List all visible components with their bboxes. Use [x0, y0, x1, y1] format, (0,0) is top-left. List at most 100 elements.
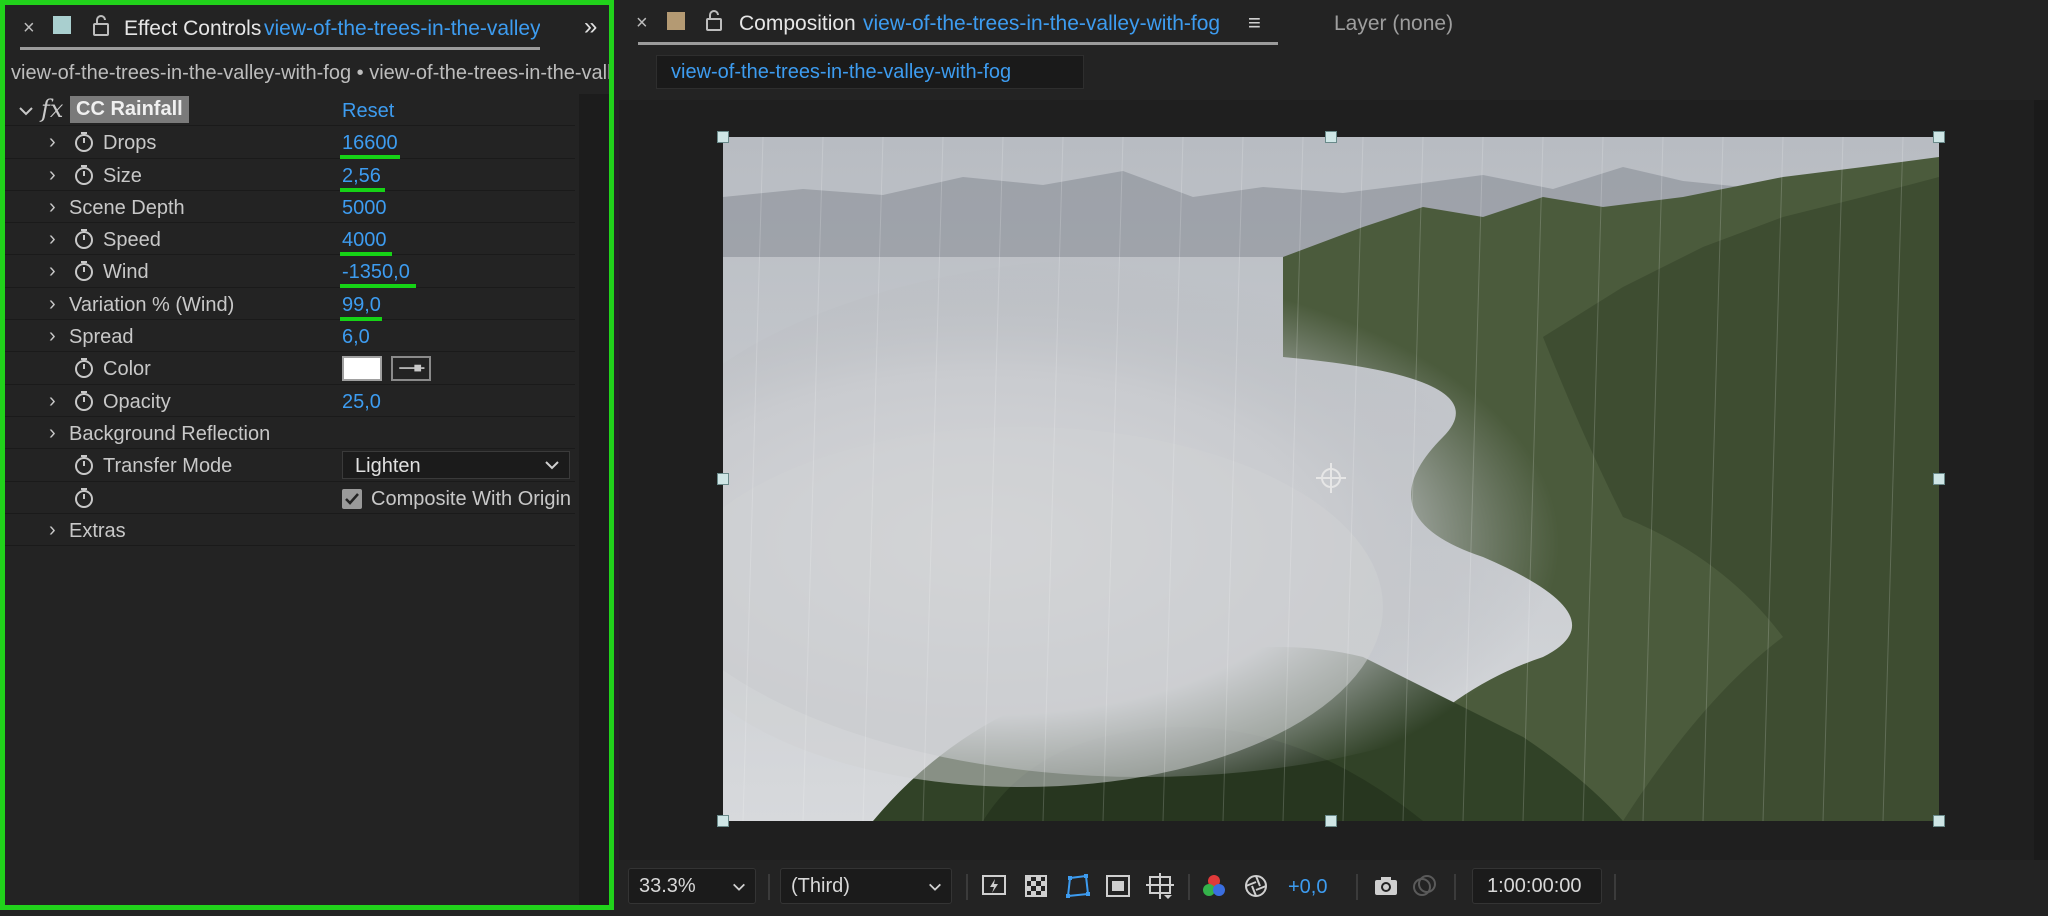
property-value-opacity[interactable]: 25,0 [342, 391, 381, 414]
property-label: Background Reflection [69, 422, 271, 445]
viewer-scrollbar[interactable] [2034, 100, 2048, 860]
property-label: Wind [103, 261, 149, 284]
transform-handle[interactable] [717, 131, 729, 143]
panel-menu-icon[interactable]: ≡ [1248, 10, 1261, 36]
timecode-value: 1:00:00:00 [1487, 875, 1582, 897]
chevron-right-icon[interactable]: › [49, 293, 56, 316]
chevron-right-icon[interactable]: › [49, 422, 56, 445]
property-row-transfer-mode: Transfer Mode Lighten [5, 449, 575, 482]
region-of-interest-icon[interactable] [1104, 872, 1132, 900]
property-row-wind: › Wind -1350,0 [5, 255, 575, 289]
show-snapshot-icon[interactable] [1410, 872, 1438, 900]
unlock-icon[interactable] [91, 13, 111, 37]
property-row-drops: › Drops 16600 [5, 126, 575, 160]
stopwatch-icon[interactable] [73, 390, 95, 412]
property-row-composite: Composite With Original [5, 482, 575, 514]
transform-handle[interactable] [1325, 815, 1337, 827]
chevron-right-icon[interactable]: › [49, 164, 56, 187]
snapshot-camera-icon[interactable] [1372, 872, 1400, 900]
close-panel-icon[interactable]: × [23, 17, 35, 40]
chevron-down-icon [929, 883, 941, 891]
effect-controls-layer-name[interactable]: view-of-the-trees-in-the-valley-with-fog [264, 17, 540, 41]
layer-panel-tab[interactable]: Layer (none) [1334, 12, 1453, 36]
chevron-right-icon[interactable]: › [49, 390, 56, 413]
exposure-reset-icon[interactable] [1242, 872, 1270, 900]
transform-handle[interactable] [1933, 131, 1945, 143]
stopwatch-icon[interactable] [73, 487, 95, 509]
viewer-toolbar: 33.3% (Third) +0,0 1:00:00:00 [614, 862, 2048, 916]
grid-guides-icon[interactable] [1146, 872, 1174, 900]
chevron-right-icon[interactable]: › [49, 196, 56, 219]
stopwatch-icon[interactable] [73, 454, 95, 476]
property-row-extras: › Extras [5, 514, 575, 547]
chevron-down-icon[interactable] [17, 102, 35, 120]
property-value-size[interactable]: 2,56 [342, 165, 381, 188]
property-value-wind[interactable]: -1350,0 [342, 261, 410, 284]
composition-name[interactable]: view-of-the-trees-in-the-valley-with-fog [863, 12, 1220, 36]
stopwatch-icon[interactable] [73, 131, 95, 153]
property-row-scene-depth: › Scene Depth 5000 [5, 191, 575, 224]
active-tab-underline [20, 47, 540, 50]
property-label: Color [103, 358, 151, 381]
effect-controls-scrollbar[interactable] [579, 94, 609, 905]
transform-handle[interactable] [1325, 131, 1337, 143]
stopwatch-icon[interactable] [73, 164, 95, 186]
property-value-scene-depth[interactable]: 5000 [342, 197, 387, 220]
eyedropper-icon[interactable] [391, 356, 431, 382]
panel-overflow-chevron-icon[interactable]: » [584, 13, 597, 41]
effect-controls-tab-title[interactable]: Effect Controls [124, 17, 261, 41]
current-time-display[interactable]: 1:00:00:00 [1472, 868, 1602, 904]
show-channel-icon[interactable] [1200, 872, 1228, 900]
chevron-right-icon[interactable]: › [49, 519, 56, 542]
property-label: Transfer Mode [103, 455, 233, 478]
property-label: Scene Depth [69, 196, 185, 219]
composite-checkbox[interactable] [342, 488, 362, 509]
composition-viewer[interactable] [619, 100, 2048, 860]
viewer-comp-tab-label: view-of-the-trees-in-the-valley-with-fog [671, 61, 1012, 83]
property-value-drops[interactable]: 16600 [342, 132, 398, 155]
composite-checkbox-label[interactable]: Composite With Original [371, 488, 571, 511]
color-swatch[interactable] [342, 356, 382, 382]
chevron-right-icon[interactable]: › [49, 228, 56, 251]
effect-property-list: fx CC Rainfall Reset › Drops 16600 › Siz… [5, 94, 575, 547]
zoom-value: 33.3% [639, 875, 696, 897]
stopwatch-icon[interactable] [73, 228, 95, 250]
toolbar-divider [1188, 874, 1190, 900]
stopwatch-icon[interactable] [73, 357, 95, 379]
effect-header-row[interactable]: fx CC Rainfall Reset [5, 94, 575, 127]
property-label: Speed [103, 229, 161, 252]
mask-path-visibility-icon[interactable] [1064, 872, 1092, 900]
exposure-value[interactable]: +0,0 [1288, 876, 1327, 899]
transfer-mode-dropdown[interactable]: Lighten [342, 451, 570, 480]
layer-color-swatch [53, 16, 71, 34]
unlock-icon[interactable] [704, 8, 724, 32]
fx-icon[interactable]: fx [41, 95, 63, 123]
transform-handle[interactable] [717, 473, 729, 485]
resolution-dropdown[interactable]: (Third) [780, 868, 952, 904]
composition-tab-title[interactable]: Composition [739, 12, 856, 36]
chevron-right-icon[interactable]: › [49, 131, 56, 154]
fast-previews-icon[interactable] [980, 872, 1008, 900]
transparency-grid-icon[interactable] [1022, 872, 1050, 900]
after-effects-window: × Effect Controls view-of-the-trees-in-t… [0, 0, 2048, 916]
effect-controls-panel: × Effect Controls view-of-the-trees-in-t… [0, 0, 614, 910]
property-value-speed[interactable]: 4000 [342, 229, 387, 252]
property-value-variation-wind[interactable]: 99,0 [342, 294, 381, 317]
transform-handle[interactable] [717, 815, 729, 827]
effect-name[interactable]: CC Rainfall [70, 96, 189, 123]
transform-handle[interactable] [1933, 815, 1945, 827]
chevron-right-icon[interactable]: › [49, 260, 56, 283]
stopwatch-icon[interactable] [73, 260, 95, 282]
property-value-spread[interactable]: 6,0 [342, 326, 370, 349]
resolution-value: (Third) [791, 875, 850, 897]
zoom-dropdown[interactable]: 33.3% [628, 868, 756, 904]
property-label: Size [103, 164, 142, 187]
close-panel-icon[interactable]: × [636, 12, 648, 35]
anchor-point-icon[interactable] [1314, 461, 1348, 495]
property-row-background-reflection: › Background Reflection [5, 417, 575, 450]
viewer-comp-tab[interactable]: view-of-the-trees-in-the-valley-with-fog [656, 55, 1084, 89]
toolbar-divider [768, 874, 770, 900]
transform-handle[interactable] [1933, 473, 1945, 485]
reset-button[interactable]: Reset [342, 100, 394, 123]
chevron-right-icon[interactable]: › [49, 325, 56, 348]
